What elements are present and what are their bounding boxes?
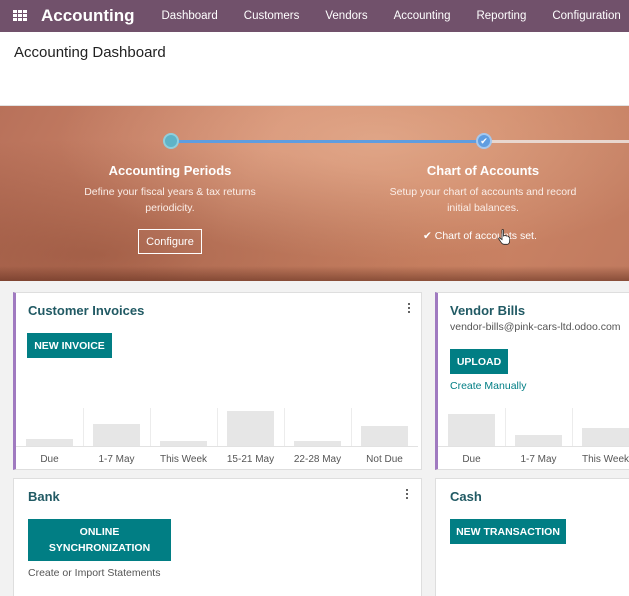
vendor-bills-email: vendor-bills@pink-cars-ltd.odoo.com (450, 321, 621, 333)
chart-bar[interactable] (582, 428, 629, 446)
app-brand[interactable]: Accounting (41, 6, 135, 26)
online-synchronization-button[interactable]: ONLINE SYNCHRONIZATION (28, 519, 171, 561)
create-import-statements-link[interactable]: Create or Import Statements (28, 567, 160, 579)
create-manually-link[interactable]: Create Manually (450, 380, 526, 392)
chart-bar[interactable] (93, 424, 140, 446)
chart-bar[interactable] (294, 441, 341, 446)
step-dot-chart-of-accounts: ✔ (476, 133, 492, 149)
progress-line-pending (484, 140, 629, 143)
top-navbar: Accounting Dashboard Customers Vendors A… (0, 0, 629, 32)
cash-card: Cash NEW TRANSACTION (435, 478, 629, 596)
menu-vendors[interactable]: Vendors (325, 10, 367, 22)
step-description: Setup your chart of accounts and record … (389, 186, 577, 214)
chart-bar[interactable] (160, 441, 207, 446)
kebab-menu-icon[interactable] (407, 303, 411, 313)
done-note-text: Chart of accounts set. (434, 230, 537, 242)
menu-configuration[interactable]: Configuration (552, 10, 620, 22)
card-title[interactable]: Customer Invoices (28, 303, 144, 318)
customer-invoices-chart: Due 1-7 May This Week 15-21 May 22-28 May Not… (16, 408, 422, 470)
upload-button[interactable]: UPLOAD (450, 349, 508, 374)
chart-label: 22-28 May (293, 454, 342, 465)
control-panel: Accounting Dashboard (0, 32, 629, 106)
chart-label: 1-7 May (520, 454, 557, 465)
step-chart-of-accounts: Chart of Accounts Setup your chart of ac… (383, 163, 583, 216)
chart-label: Not Due (366, 454, 403, 465)
step-accounting-periods: Accounting Periods Define your fiscal ye… (70, 163, 270, 216)
onboarding-banner: ✔ Accounting Periods Define your fiscal … (0, 106, 629, 281)
banner-shade (0, 266, 629, 281)
chart-bar[interactable] (448, 414, 495, 446)
menu-accounting[interactable]: Accounting (394, 10, 451, 22)
hand-cursor-icon (498, 229, 510, 245)
new-invoice-button[interactable]: NEW INVOICE (27, 333, 112, 358)
chart-baseline (438, 446, 629, 447)
chart-bar[interactable] (227, 411, 274, 446)
chart-baseline (16, 446, 418, 447)
customer-invoices-card: Customer Invoices NEW INVOICE Due 1-7 May… (13, 292, 422, 470)
card-title[interactable]: Bank (28, 489, 60, 504)
vendor-bills-card: Vendor Bills vendor-bills@pink-cars-ltd.… (435, 292, 629, 470)
vendor-bills-chart: Due 1-7 May This Week (438, 408, 629, 470)
menu-dashboard[interactable]: Dashboard (162, 10, 218, 22)
chart-bar[interactable] (515, 435, 562, 446)
step-dot-periods (163, 133, 179, 149)
chart-bar[interactable] (26, 439, 73, 446)
card-title[interactable]: Cash (450, 489, 482, 504)
step-title: Accounting Periods (108, 163, 232, 178)
step-title: Chart of Accounts (426, 163, 540, 178)
menu-reporting[interactable]: Reporting (476, 10, 526, 22)
chart-label: Due (40, 454, 59, 465)
checkmark-icon: ✔ (423, 230, 432, 242)
menu-customers[interactable]: Customers (244, 10, 300, 22)
configure-button[interactable]: Configure (138, 229, 202, 254)
chart-label: 1-7 May (98, 454, 135, 465)
progress-line-done (171, 140, 484, 143)
chart-label: This Week (581, 454, 629, 465)
check-icon: ✔ (480, 135, 488, 146)
chart-label: 15-21 May (226, 454, 275, 465)
chart-label: Due (462, 454, 481, 465)
new-transaction-button[interactable]: NEW TRANSACTION (450, 519, 566, 544)
chart-label: This Week (159, 454, 208, 465)
chart-of-accounts-done-note[interactable]: ✔ Chart of accounts set. (423, 230, 537, 242)
kebab-menu-icon[interactable] (405, 489, 409, 499)
apps-grid-icon[interactable] (13, 10, 27, 22)
card-title[interactable]: Vendor Bills (450, 303, 525, 318)
page-title: Accounting Dashboard (14, 44, 166, 61)
step-description: Define your fiscal years & tax returns p… (84, 186, 256, 214)
chart-bar[interactable] (361, 426, 408, 446)
bank-card: Bank ONLINE SYNCHRONIZATION Create or Im… (13, 478, 422, 596)
